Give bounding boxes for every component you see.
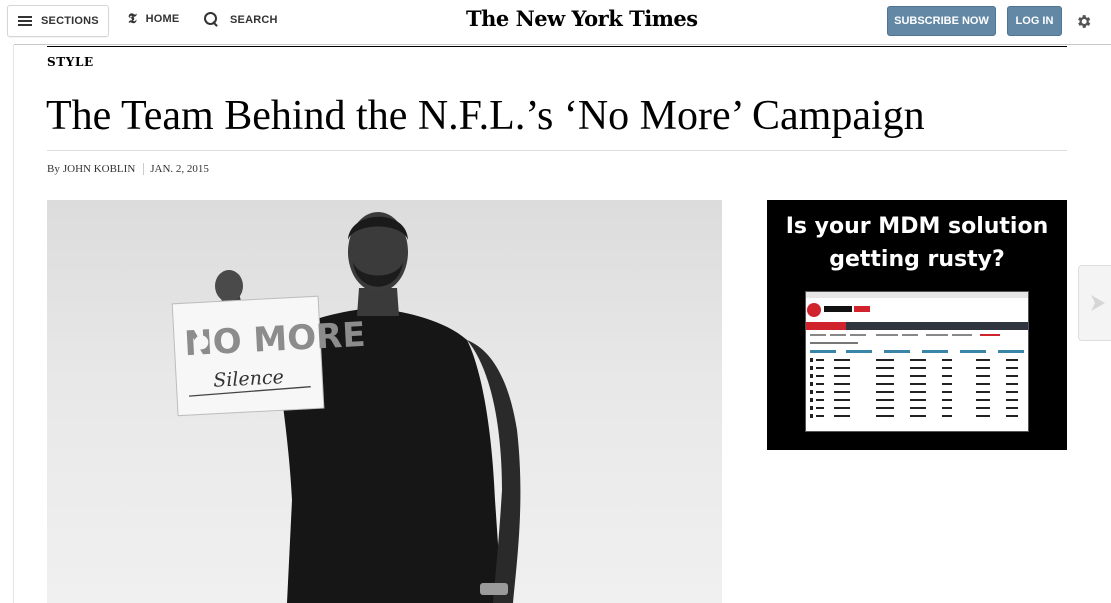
- author-link[interactable]: JOHN KOBLIN: [63, 163, 135, 175]
- sections-button[interactable]: SECTIONS: [7, 5, 109, 37]
- home-label: HOME: [145, 13, 180, 25]
- article-headline: The Team Behind the N.F.L.’s ‘No More’ C…: [46, 93, 925, 139]
- nyt-logo[interactable]: The New York Times: [466, 6, 698, 31]
- lead-photo[interactable]: NO MORE Silence: [47, 200, 722, 603]
- header-divider: [14, 44, 1111, 45]
- ad-screenshot-illustration: [806, 292, 1028, 418]
- search-button[interactable]: SEARCH: [204, 12, 278, 27]
- advertisement[interactable]: Is your MDM solution getting rusty?: [767, 200, 1067, 450]
- site-header: SECTIONS 𝕿 HOME SEARCH The New York Time…: [0, 0, 1111, 44]
- byline: By JOHN KOBLIN JAN. 2, 2015: [47, 163, 209, 175]
- page-edge-shadow: [13, 45, 14, 603]
- publish-date: JAN. 2, 2015: [150, 163, 209, 175]
- kicker-rule: [47, 46, 1067, 47]
- gear-icon[interactable]: [1075, 13, 1092, 30]
- hamburger-icon: [18, 16, 32, 26]
- lead-photo-illustration: NO MORE Silence: [171, 212, 521, 603]
- nyt-t-icon: 𝕿: [128, 11, 137, 27]
- byline-prefix: By: [47, 163, 60, 175]
- search-label: SEARCH: [230, 13, 278, 26]
- login-button[interactable]: LOG IN: [1007, 6, 1062, 36]
- ad-headline: Is your MDM solution getting rusty?: [767, 210, 1067, 276]
- subscribe-button[interactable]: SUBSCRIBE NOW: [887, 6, 996, 36]
- ad-headline-line1: Is your MDM solution: [785, 214, 1049, 239]
- sections-label: SECTIONS: [41, 15, 99, 27]
- byline-separator: [143, 163, 145, 175]
- home-link[interactable]: 𝕿 HOME: [128, 12, 179, 26]
- ad-headline-line2: getting rusty?: [829, 247, 1005, 272]
- headline-divider: [47, 150, 1067, 151]
- section-kicker[interactable]: STYLE: [47, 55, 94, 69]
- next-article-button[interactable]: [1078, 265, 1111, 341]
- sign-handwritten-word: Silence: [213, 366, 285, 392]
- search-icon: [204, 12, 219, 27]
- chevron-right-icon: [1091, 295, 1105, 311]
- ad-software-screenshot: [805, 291, 1029, 432]
